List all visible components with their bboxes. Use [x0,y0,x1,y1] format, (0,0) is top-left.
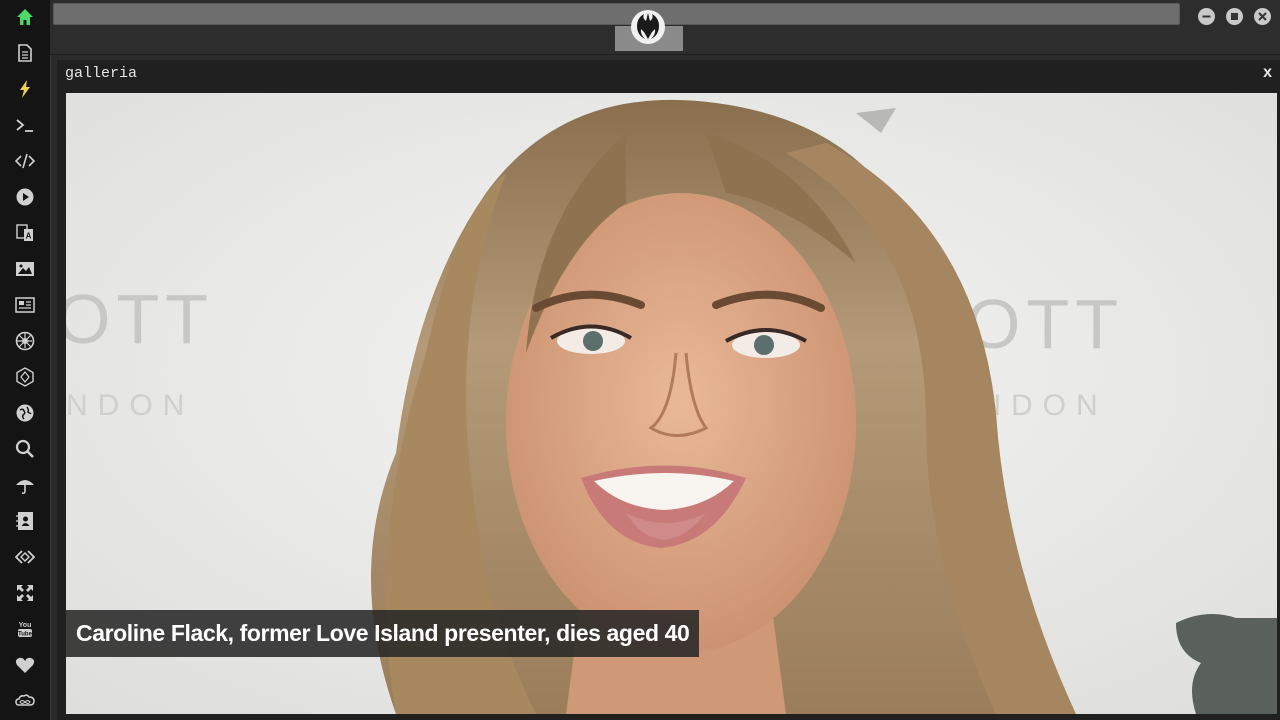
infinity-cloud-icon[interactable] [13,689,37,713]
home-icon[interactable] [13,5,37,29]
close-window-button[interactable] [1254,8,1271,25]
search-icon[interactable] [13,437,37,461]
galleria-panel: galleria x OTT NDON OTT ONDON Caroline F… [57,60,1280,720]
panel-title: galleria [65,65,138,82]
top-bar [50,0,1280,55]
translate-icon[interactable]: A [13,221,37,245]
address-bar[interactable] [53,3,1180,25]
image-icon[interactable] [13,257,37,281]
umbrella-icon[interactable] [13,473,37,497]
svg-text:You: You [19,622,32,629]
heart-icon[interactable] [13,653,37,677]
hexagon-icon[interactable] [13,365,37,389]
svg-text:A: A [26,232,32,241]
youtube-icon[interactable]: You Tube [13,617,37,641]
svg-text:Tube: Tube [18,632,33,638]
minimize-button[interactable] [1198,8,1215,25]
panel-close-button[interactable]: x [1263,64,1272,82]
photo-caption: Caroline Flack, former Love Island prese… [66,610,700,657]
gallery-photo[interactable]: OTT NDON OTT ONDON Caroline Flack, forme… [66,93,1277,714]
globe-icon[interactable] [13,401,37,425]
galactic-empire-icon[interactable] [13,329,37,353]
expand-icon[interactable] [13,581,37,605]
contacts-icon[interactable] [13,509,37,533]
maximize-button[interactable] [1226,8,1243,25]
background-text-left-sub: NDON [66,389,194,422]
background-text-left: OTT [66,280,214,358]
newspaper-icon[interactable] [13,293,37,317]
play-icon[interactable] [13,185,37,209]
terminal-icon[interactable] [13,113,37,137]
lightning-icon[interactable] [13,77,37,101]
rebel-alliance-icon[interactable] [630,9,666,45]
sidebar: A You Tube [0,0,51,720]
embed-icon[interactable] [13,545,37,569]
document-icon[interactable] [13,41,37,65]
code-icon[interactable] [13,149,37,173]
background-text-right: OTT [966,285,1124,363]
